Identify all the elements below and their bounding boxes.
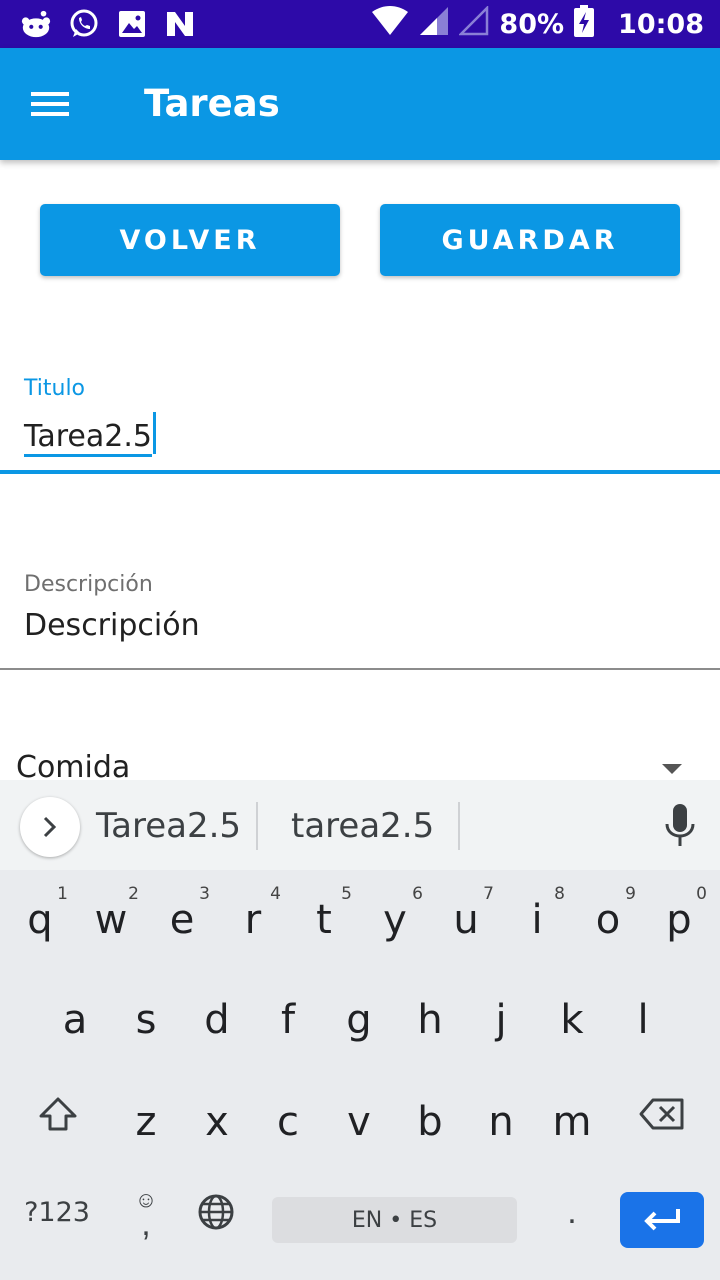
microphone-icon[interactable] <box>660 802 700 850</box>
key-m[interactable]: m <box>540 1082 604 1162</box>
enter-key-icon[interactable] <box>620 1192 704 1248</box>
gallery-icon <box>116 8 148 40</box>
description-field[interactable]: Descripción <box>24 608 200 643</box>
key-label: p <box>666 897 692 943</box>
app-bar: Tareas <box>0 48 720 160</box>
suggestion-2[interactable]: tarea2.5 <box>291 806 434 846</box>
key-label: y <box>383 897 407 943</box>
key-i[interactable]: i8 <box>505 880 569 960</box>
key-hint: 2 <box>128 884 139 904</box>
title-field[interactable]: Tarea2.5 <box>24 412 156 457</box>
key-b[interactable]: b <box>398 1082 462 1162</box>
hamburger-menu-icon[interactable] <box>22 76 78 132</box>
key-hint: 8 <box>554 884 565 904</box>
reddit-icon <box>20 8 52 40</box>
comma-label: , <box>141 1205 151 1243</box>
key-label: i <box>531 897 543 943</box>
key-j[interactable]: j <box>469 980 533 1060</box>
description-field-underline <box>0 668 720 670</box>
keyboard-keys: q1w2e3r4t5y6u7i8o9p0 asdfghjkl zxcvbnm ?… <box>0 870 720 1280</box>
back-button[interactable]: VOLVER <box>40 204 340 276</box>
key-y[interactable]: y6 <box>363 880 427 960</box>
key-label: w <box>94 897 128 943</box>
key-label: r <box>244 897 262 943</box>
suggestion-divider <box>256 802 258 850</box>
key-s[interactable]: s <box>114 980 178 1060</box>
chevron-right-icon[interactable] <box>20 797 80 857</box>
key-c[interactable]: c <box>256 1082 320 1162</box>
key-hint: 9 <box>625 884 636 904</box>
whatsapp-icon <box>68 8 100 40</box>
suggestion-1[interactable]: Tarea2.5 <box>96 806 241 846</box>
key-z[interactable]: z <box>114 1082 178 1162</box>
key-x[interactable]: x <box>185 1082 249 1162</box>
system-status: 80% 10:08 <box>371 0 704 48</box>
key-hint: 3 <box>199 884 210 904</box>
key-g[interactable]: g <box>327 980 391 1060</box>
space-key[interactable]: EN • ES <box>272 1197 517 1243</box>
title-field-underline <box>0 470 720 474</box>
key-n[interactable]: n <box>469 1082 533 1162</box>
key-u[interactable]: u7 <box>434 880 498 960</box>
key-label: t <box>316 897 332 943</box>
wifi-icon <box>371 5 409 43</box>
key-label: e <box>169 897 195 943</box>
globe-icon[interactable] <box>192 1182 240 1242</box>
key-h[interactable]: h <box>398 980 462 1060</box>
status-bar: 80% 10:08 <box>0 0 720 48</box>
backspace-key-icon[interactable] <box>632 1082 692 1146</box>
title-field-text: Tarea2.5 <box>24 419 152 457</box>
signal-icon <box>419 6 449 43</box>
title-field-label: Titulo <box>24 376 86 401</box>
key-l[interactable]: l <box>611 980 675 1060</box>
key-label: q <box>27 897 53 943</box>
key-hint: 0 <box>696 884 707 904</box>
signal-empty-icon <box>458 4 489 43</box>
key-p[interactable]: p0 <box>647 880 711 960</box>
period-key[interactable]: . <box>552 1182 592 1242</box>
key-hint: 7 <box>483 884 494 904</box>
suggestion-strip: Tarea2.5 tarea2.5 <box>0 780 720 870</box>
shift-key-icon[interactable] <box>30 1082 86 1146</box>
key-q[interactable]: q1 <box>8 880 72 960</box>
clock: 10:08 <box>618 8 704 40</box>
battery-charging-icon <box>574 4 595 44</box>
symbols-key[interactable]: ?123 <box>14 1182 100 1242</box>
text-cursor <box>152 412 156 454</box>
on-screen-keyboard: Tarea2.5 tarea2.5 q1w2e3r4t5y6u7i8o9p0 a… <box>0 780 720 1280</box>
key-d[interactable]: d <box>185 980 249 1060</box>
key-hint: 1 <box>57 884 68 904</box>
suggestion-divider <box>458 802 460 850</box>
key-label: u <box>453 897 479 943</box>
key-hint: 5 <box>341 884 352 904</box>
key-hint: 4 <box>270 884 281 904</box>
key-label: o <box>595 897 621 943</box>
n-app-icon <box>164 8 196 40</box>
key-k[interactable]: k <box>540 980 604 1060</box>
key-f[interactable]: f <box>256 980 320 1060</box>
key-w[interactable]: w2 <box>79 880 143 960</box>
key-e[interactable]: e3 <box>150 880 214 960</box>
key-r[interactable]: r4 <box>221 880 285 960</box>
key-hint: 6 <box>412 884 423 904</box>
emoji-comma-key[interactable]: ☺ , <box>124 1182 168 1242</box>
description-field-label: Descripción <box>24 572 153 597</box>
battery-percent: 80% <box>499 8 565 40</box>
dropdown-arrow-icon[interactable] <box>662 764 682 774</box>
key-o[interactable]: o9 <box>576 880 640 960</box>
key-a[interactable]: a <box>43 980 107 1060</box>
notification-icons <box>20 8 196 40</box>
key-v[interactable]: v <box>327 1082 391 1162</box>
save-button[interactable]: GUARDAR <box>380 204 680 276</box>
key-t[interactable]: t5 <box>292 880 356 960</box>
page-title: Tareas <box>144 82 280 125</box>
